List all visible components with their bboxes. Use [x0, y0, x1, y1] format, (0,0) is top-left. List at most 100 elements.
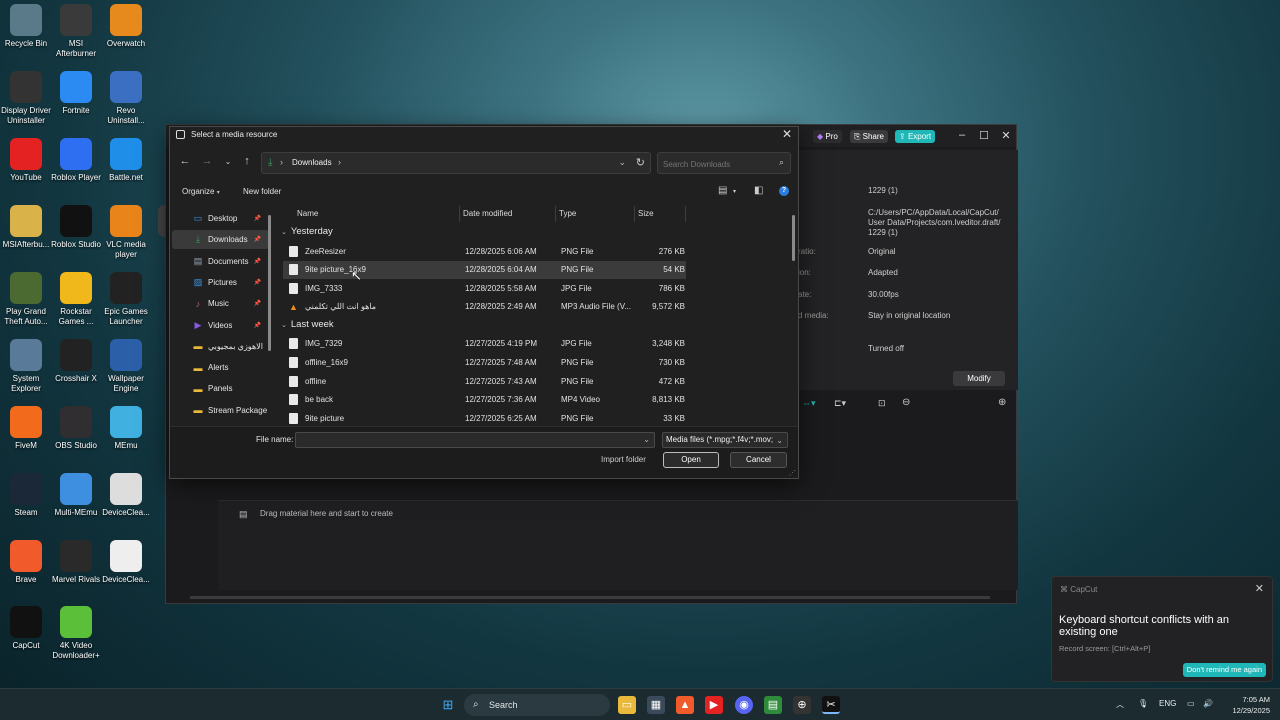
- nav-item-downloads[interactable]: ⤓ Downloads 📌: [172, 230, 269, 250]
- link-icon[interactable]: ⇔▾: [802, 398, 816, 409]
- zoom-out-icon[interactable]: ⊖: [902, 397, 910, 408]
- desktop-shortcut[interactable]: Revo Uninstall...: [100, 71, 152, 126]
- column-name[interactable]: Name: [294, 206, 460, 222]
- youtube-icon[interactable]: ▶: [705, 696, 723, 714]
- brave-icon[interactable]: ▲: [676, 696, 694, 714]
- tray-chevron-up-icon[interactable]: ︿: [1116, 699, 1124, 710]
- desktop-shortcut[interactable]: Roblox Player: [50, 138, 102, 183]
- up-icon[interactable]: ↑: [240, 155, 254, 167]
- file-row[interactable]: 9ite picture 12/27/2025 6:25 AM PNG File 33…: [283, 410, 686, 426]
- maximize-icon[interactable]: ☐: [976, 129, 992, 142]
- zoom-in-icon[interactable]: ⊕: [998, 397, 1006, 408]
- file-row[interactable]: ZeeResizer 12/28/2025 6:06 AM PNG File 276 …: [283, 243, 686, 261]
- store-icon[interactable]: ▦: [647, 696, 665, 714]
- pro-button[interactable]: ◆ Pro: [813, 130, 842, 143]
- search-box[interactable]: ⌕: [657, 152, 791, 174]
- file-row[interactable]: 9ite picture_16x9 12/28/2025 6:04 AM PNG F…: [283, 261, 686, 280]
- split-icon[interactable]: ⊏▾: [834, 398, 846, 409]
- desktop-shortcut[interactable]: MSI Afterburner: [50, 4, 102, 59]
- close-icon[interactable]: ✕: [998, 129, 1014, 142]
- column-size[interactable]: Size: [635, 206, 686, 222]
- refresh-icon[interactable]: ↻: [636, 156, 645, 169]
- chevron-down-icon[interactable]: ▾: [733, 188, 736, 195]
- resize-grip-icon[interactable]: ⋰: [789, 469, 796, 477]
- windows-start-icon[interactable]: ⊞: [439, 696, 457, 714]
- desktop-shortcut[interactable]: Display Driver Uninstaller: [0, 71, 52, 126]
- file-name-field[interactable]: ⌄: [295, 432, 655, 448]
- desktop-shortcut[interactable]: Recycle Bin: [0, 4, 52, 49]
- language-indicator[interactable]: ENG: [1159, 699, 1176, 708]
- forward-icon[interactable]: →: [200, 155, 214, 167]
- nav-scrollbar[interactable]: [268, 215, 271, 351]
- microphone-icon[interactable]: 🎙: [1138, 699, 1148, 708]
- filelist-scrollbar[interactable]: [792, 215, 795, 261]
- desktop-shortcut[interactable]: Battle.net: [100, 138, 152, 183]
- new-folder-button[interactable]: New folder: [243, 187, 281, 196]
- taskbar-search[interactable]: ⌕ Search: [464, 694, 610, 716]
- desktop-shortcut[interactable]: YouTube: [0, 138, 52, 183]
- desktop-shortcut[interactable]: CapCut: [0, 606, 52, 651]
- help-icon[interactable]: ?: [779, 186, 789, 196]
- nav-item-documents[interactable]: ▤ Documents 📌: [172, 252, 269, 271]
- capcut-taskbar-icon[interactable]: ✂: [822, 696, 840, 714]
- view-options-icon[interactable]: ▤: [718, 185, 727, 196]
- desktop-shortcut[interactable]: Rockstar Games ...: [50, 272, 102, 327]
- desktop-shortcut[interactable]: 4K Video Downloader+: [50, 606, 102, 661]
- modify-button[interactable]: Modify: [953, 371, 1005, 386]
- back-icon[interactable]: ←: [178, 155, 192, 167]
- dont-remind-button[interactable]: Don't remind me again: [1182, 663, 1266, 677]
- nav-item-music[interactable]: ♪ Music 📌: [172, 294, 269, 313]
- desktop-shortcut[interactable]: FiveM: [0, 406, 52, 451]
- file-explorer-icon[interactable]: ▭: [618, 696, 636, 714]
- group-header[interactable]: ⌄ Last week: [281, 319, 334, 330]
- column-date-modified[interactable]: Date modified: [460, 206, 556, 222]
- chevron-down-icon[interactable]: ⌄: [643, 435, 650, 444]
- file-type-select[interactable]: Media files (*.mpg;*.f4v;*.mov; ⌄: [662, 432, 788, 448]
- nav-item-الاهوزي-بمجيوبي[interactable]: ▬ الاهوزي بمجيوبي: [172, 337, 269, 356]
- nav-item-panels[interactable]: ▬ Panels: [172, 379, 269, 398]
- desktop-shortcut[interactable]: MEmu: [100, 406, 152, 451]
- desktop-shortcut[interactable]: Wallpaper Engine: [100, 339, 152, 394]
- minimize-icon[interactable]: –: [954, 129, 970, 141]
- desktop-shortcut[interactable]: Steam: [0, 473, 52, 518]
- nav-item-alerts[interactable]: ▬ Alerts: [172, 358, 269, 377]
- desktop-shortcut[interactable]: Overwatch: [100, 4, 152, 49]
- import-folder-button[interactable]: Import folder: [601, 455, 646, 464]
- desktop-shortcut[interactable]: Crosshair X: [50, 339, 102, 384]
- nav-item-desktop[interactable]: ▭ Desktop 📌: [172, 209, 269, 228]
- export-button[interactable]: ⇪ Export: [895, 130, 936, 143]
- nav-item-stream-package[interactable]: ▬ Stream Package: [172, 401, 269, 420]
- share-button[interactable]: ⎘ Share: [850, 130, 888, 143]
- desktop-shortcut[interactable]: DeviceClea...: [100, 540, 152, 585]
- nav-item-pictures[interactable]: ▨ Pictures 📌: [172, 273, 269, 292]
- desktop-shortcut[interactable]: Multi-MEmu: [50, 473, 102, 518]
- desktop-shortcut[interactable]: DeviceClea...: [100, 473, 152, 518]
- column-type[interactable]: Type: [556, 206, 635, 222]
- preview-icon[interactable]: ⊡: [878, 398, 886, 409]
- desktop-shortcut[interactable]: Marvel Rivals: [50, 540, 102, 585]
- file-row[interactable]: IMG_7333 12/28/2025 5:58 AM JPG File 786 KB: [283, 280, 686, 298]
- nav-item-videos[interactable]: ▶ Videos 📌: [172, 316, 269, 335]
- desktop-shortcut[interactable]: Epic Games Launcher: [100, 272, 152, 327]
- file-row[interactable]: IMG_7329 12/27/2025 4:19 PM JPG File 3,248 …: [283, 335, 686, 353]
- file-row[interactable]: offline_16x9 12/27/2025 7:48 AM PNG File 73…: [283, 354, 686, 372]
- network-icon[interactable]: ▭: [1187, 699, 1195, 708]
- breadcrumb-downloads[interactable]: Downloads: [292, 158, 332, 167]
- volume-icon[interactable]: 🔊: [1203, 699, 1213, 708]
- desktop-shortcut[interactable]: Play Grand Theft Auto...: [0, 272, 52, 327]
- desktop-shortcut[interactable]: Fortnite: [50, 71, 102, 116]
- chevron-down-icon[interactable]: ⌄: [618, 157, 626, 168]
- desktop-shortcut[interactable]: OBS Studio: [50, 406, 102, 451]
- desktop-shortcut[interactable]: Roblox Studio: [50, 205, 102, 250]
- preview-pane-icon[interactable]: ◧: [754, 185, 763, 196]
- discord-icon[interactable]: ◉: [735, 696, 753, 714]
- desktop-shortcut[interactable]: Brave: [0, 540, 52, 585]
- organize-button[interactable]: Organize ▾: [182, 187, 220, 196]
- open-button[interactable]: Open: [663, 452, 719, 468]
- file-row[interactable]: ▲ ماهو انت اللي تكلمني 12/28/2025 2:49 AM M…: [283, 298, 686, 316]
- recent-locations-icon[interactable]: ⌄: [221, 157, 235, 166]
- desktop-shortcut[interactable]: System Explorer: [0, 339, 52, 394]
- clock[interactable]: 7:05 AM 12/29/2025: [1228, 694, 1270, 716]
- desktop-shortcut[interactable]: MSIAfterbu...: [0, 205, 52, 250]
- address-bar[interactable]: ⤓ › Downloads › ⌄ ↻: [261, 152, 651, 174]
